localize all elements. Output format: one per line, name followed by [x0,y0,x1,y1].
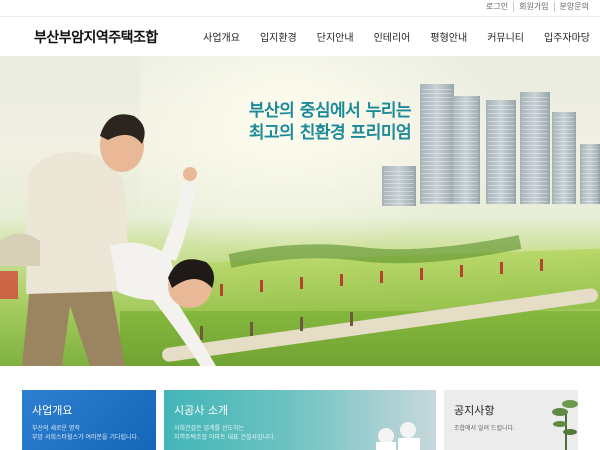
site-logo[interactable]: 부산부암지역주택조합 [34,27,158,47]
nav-item-location[interactable]: 입지환경 [260,29,297,44]
card-overview-desc: 부산의 새로운 명작 부암 서희스타힐스가 여러분을 기다립니다. [32,424,139,442]
signup-link[interactable]: 회원가입 [513,2,553,12]
workers-image [376,422,420,450]
nav-item-complex[interactable]: 단지안내 [317,29,354,44]
card-builder-title: 시공사 소개 [174,404,229,417]
card-builder-desc-line2: 지역주택조합 아파트 대표 건설사입니다. [174,434,276,441]
site-header: 부산부암지역주택조합 사업개요 입지환경 단지안내 인테리어 평형안내 커뮤니티… [0,16,600,56]
nav-item-overview[interactable]: 사업개요 [203,29,240,44]
card-builder-desc-line1: 서희건설은 업계를 선도하는 [174,425,245,432]
nav-item-residents[interactable]: 입주자마당 [544,29,590,44]
card-notice-title: 공지사항 [454,404,495,417]
plant-icon [552,400,578,450]
nav-item-interior[interactable]: 인테리어 [374,29,411,44]
utility-bar: 로그인 회원가입 분양문의 [0,0,600,16]
card-builder-desc: 서희건설은 업계를 선도하는 지역주택조합 아파트 대표 건설사입니다. [174,424,275,442]
family-illustration [0,114,216,366]
card-overview-title: 사업개요 [32,404,73,417]
card-notice[interactable]: 공지사항 조합에서 알려 드립니다. [444,390,578,450]
card-overview-desc-line1: 부산의 새로운 명작 [32,425,80,432]
utility-links: 로그인 회원가입 분양문의 [481,2,594,12]
hero-banner: 부산의 중심에서 누리는 최고의 친환경 프리미엄 [0,56,600,366]
card-overview[interactable]: 사업개요 부산의 새로운 명작 부암 서희스타힐스가 여러분을 기다립니다. [22,390,156,450]
nav-item-floorplan[interactable]: 평형안내 [430,29,467,44]
nav-item-community[interactable]: 커뮤니티 [487,29,524,44]
main-nav: 사업개요 입지환경 단지안내 인테리어 평형안내 커뮤니티 입주자마당 [183,29,590,44]
card-builder[interactable]: 시공사 소개 서희건설은 업계를 선도하는 지역주택조합 아파트 대표 건설사입… [164,390,436,450]
login-link[interactable]: 로그인 [481,2,513,12]
card-notice-desc-line1: 조합에서 알려 드립니다. [454,425,515,432]
card-notice-desc: 조합에서 알려 드립니다. [454,424,515,433]
inquiry-link[interactable]: 분양문의 [553,2,594,12]
card-overview-desc-line2: 부암 서희스타힐스가 여러분을 기다립니다. [32,434,139,441]
feature-cards: 사업개요 부산의 새로운 명작 부암 서희스타힐스가 여러분을 기다립니다. 시… [22,390,578,450]
